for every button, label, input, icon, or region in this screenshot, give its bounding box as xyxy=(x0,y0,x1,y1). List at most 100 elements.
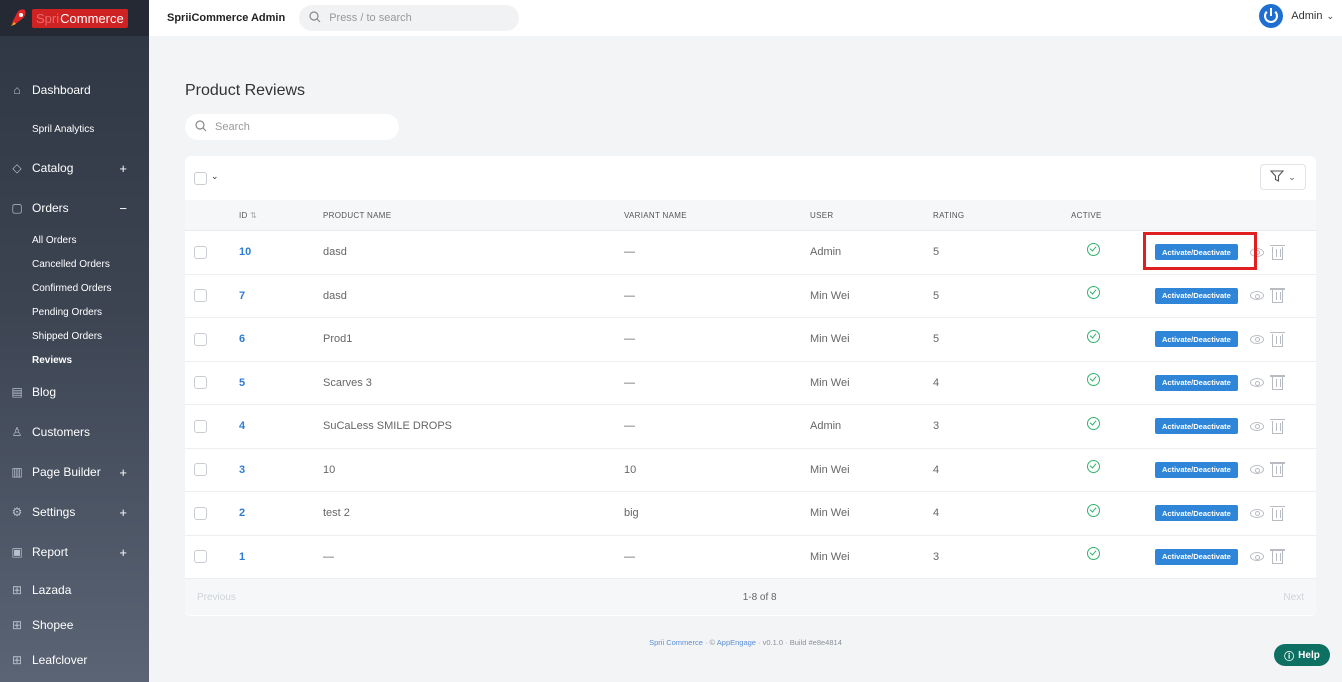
eye-icon[interactable] xyxy=(1249,508,1264,518)
row-checkbox[interactable] xyxy=(194,550,207,564)
review-id-link[interactable]: 4 xyxy=(239,420,323,432)
review-id-link[interactable]: 2 xyxy=(239,507,323,519)
table-row: 7 dasd — Min Wei 5 Activate/Deactivate xyxy=(185,275,1316,318)
next-page-button[interactable]: Next xyxy=(1283,592,1304,603)
eye-icon[interactable] xyxy=(1249,378,1264,388)
eye-icon[interactable] xyxy=(1249,334,1264,344)
product-name-cell: SuCaLess SMILE DROPS xyxy=(323,420,452,433)
review-id-link[interactable]: 5 xyxy=(239,377,323,389)
sidebar-item-leafclover[interactable]: ⊞ Leafclover xyxy=(0,642,149,677)
select-all-checkbox[interactable] xyxy=(194,172,207,185)
activate-deactivate-button[interactable]: Activate/Deactivate xyxy=(1155,461,1238,478)
sidebar-subitem-reviews[interactable]: Reviews xyxy=(0,348,149,372)
column-label: ID xyxy=(239,210,248,220)
app-title: SpriiCommerce Admin xyxy=(167,12,286,24)
sidebar-subitem-shipped-orders[interactable]: Shipped Orders xyxy=(0,324,149,348)
previous-page-button[interactable]: Previous xyxy=(197,592,236,603)
pagination: Previous 1-8 of 8 Next xyxy=(185,579,1316,615)
chevron-down-icon: ⌄ xyxy=(1326,10,1334,21)
sidebar-item-page-builder[interactable]: ▥ Page Builder + xyxy=(0,452,149,492)
sidebar-item-spril-analytics[interactable]: Spril Analytics xyxy=(0,110,149,148)
review-id-link[interactable]: 3 xyxy=(239,464,323,476)
footer-vendor-link[interactable]: AppEngage xyxy=(717,638,756,647)
sidebar-item-blog[interactable]: ▤ Blog xyxy=(0,372,149,412)
sidebar: Spri Commerce ⌂ Dashboard Spril Analytics… xyxy=(0,0,149,682)
activate-deactivate-button[interactable]: Activate/Deactivate xyxy=(1155,287,1238,304)
eye-icon[interactable] xyxy=(1249,552,1264,562)
product-name-cell: Scarves 3 xyxy=(323,376,372,389)
footer-brand-link[interactable]: Sprii Commerce xyxy=(649,638,703,647)
column-header-product-name: PRODUCT NAME xyxy=(323,210,392,220)
activate-deactivate-button[interactable]: Activate/Deactivate xyxy=(1155,418,1238,435)
sidebar-item-settings[interactable]: ⚙ Settings + xyxy=(0,492,149,532)
trash-icon[interactable] xyxy=(1269,549,1285,565)
trash-icon[interactable] xyxy=(1269,375,1285,391)
row-checkbox[interactable] xyxy=(194,506,207,520)
chevron-down-icon[interactable]: ⌄ xyxy=(211,171,219,182)
trash-icon[interactable] xyxy=(1269,244,1285,260)
sidebar-item-catalog[interactable]: ◇ Catalog + xyxy=(0,148,149,188)
row-checkbox[interactable] xyxy=(194,289,207,303)
sidebar-subitem-confirmed-orders[interactable]: Confirmed Orders xyxy=(0,276,149,300)
active-check-icon xyxy=(1087,460,1100,474)
trash-icon[interactable] xyxy=(1269,505,1285,521)
user-name: Admin xyxy=(1291,10,1323,22)
variant-name-cell: — xyxy=(624,246,635,259)
activate-deactivate-button[interactable]: Activate/Deactivate xyxy=(1155,331,1238,348)
collapse-icon: − xyxy=(119,200,127,216)
row-checkbox[interactable] xyxy=(194,245,207,259)
brand-suffix: Commerce xyxy=(60,10,124,26)
global-search-input[interactable]: Press / to search xyxy=(299,5,520,31)
sidebar-item-shopee[interactable]: ⊞ Shopee xyxy=(0,607,149,642)
variant-name-cell: — xyxy=(624,550,635,563)
sidebar-item-label: Leafclover xyxy=(32,652,88,667)
eye-icon[interactable] xyxy=(1249,421,1264,431)
sidebar-item-orders[interactable]: ▢ Orders − xyxy=(0,188,149,228)
expand-icon: + xyxy=(119,544,127,560)
blog-icon: ▤ xyxy=(11,385,23,399)
row-checkbox[interactable] xyxy=(194,376,207,390)
filter-icon xyxy=(1269,169,1285,185)
trash-icon[interactable] xyxy=(1269,418,1285,434)
help-button[interactable]: ⓘ Help xyxy=(1274,644,1330,666)
user-menu[interactable]: Admin ⌄ xyxy=(1259,4,1334,28)
rating-cell: 5 xyxy=(933,333,940,346)
activate-deactivate-button[interactable]: Activate/Deactivate xyxy=(1155,548,1238,565)
review-id-link[interactable]: 7 xyxy=(239,290,323,302)
sidebar-item-label: Spril Analytics xyxy=(32,123,95,135)
user-cell: Min Wei xyxy=(810,376,850,389)
sidebar-item-lazada[interactable]: ⊞ Lazada xyxy=(0,572,149,607)
row-checkbox[interactable] xyxy=(194,419,207,433)
logo[interactable]: Spri Commerce xyxy=(0,0,149,36)
user-cell: Min Wei xyxy=(810,289,850,302)
user-cell: Min Wei xyxy=(810,333,850,346)
sidebar-item-customers[interactable]: ♙ Customers xyxy=(0,412,149,452)
review-id-link[interactable]: 6 xyxy=(239,333,323,345)
sidebar-subitem-all-orders[interactable]: All Orders xyxy=(0,228,149,252)
eye-icon[interactable] xyxy=(1249,465,1264,475)
expand-icon: + xyxy=(119,504,127,520)
sidebar-item-dashboard[interactable]: ⌂ Dashboard xyxy=(0,70,149,110)
sidebar-item-label: Page Builder xyxy=(32,465,101,479)
activate-deactivate-button[interactable]: Activate/Deactivate xyxy=(1155,374,1238,391)
row-checkbox[interactable] xyxy=(194,463,207,477)
active-check-icon xyxy=(1087,547,1100,561)
trash-icon[interactable] xyxy=(1269,462,1285,478)
sidebar-subitem-pending-orders[interactable]: Pending Orders xyxy=(0,300,149,324)
sidebar-subitem-cancelled-orders[interactable]: Cancelled Orders xyxy=(0,252,149,276)
variant-name-cell: — xyxy=(624,376,635,389)
reviews-search-input[interactable]: Search xyxy=(185,114,399,140)
eye-icon[interactable] xyxy=(1249,291,1264,301)
row-checkbox[interactable] xyxy=(194,332,207,346)
grid-icon: ⊞ xyxy=(11,582,23,597)
sidebar-item-report[interactable]: ▣ Report + xyxy=(0,532,149,572)
trash-icon[interactable] xyxy=(1269,331,1285,347)
table-row: 1— — Min Wei 3 Activate/Deactivate xyxy=(185,536,1316,579)
column-header-id[interactable]: ID ⇅ xyxy=(239,211,323,220)
trash-icon[interactable] xyxy=(1269,288,1285,304)
review-id-link[interactable]: 1 xyxy=(239,551,323,563)
rating-cell: 4 xyxy=(933,376,940,389)
review-id-link[interactable]: 10 xyxy=(239,246,323,258)
filter-button[interactable]: ⌄ xyxy=(1260,164,1306,190)
activate-deactivate-button[interactable]: Activate/Deactivate xyxy=(1155,505,1238,522)
